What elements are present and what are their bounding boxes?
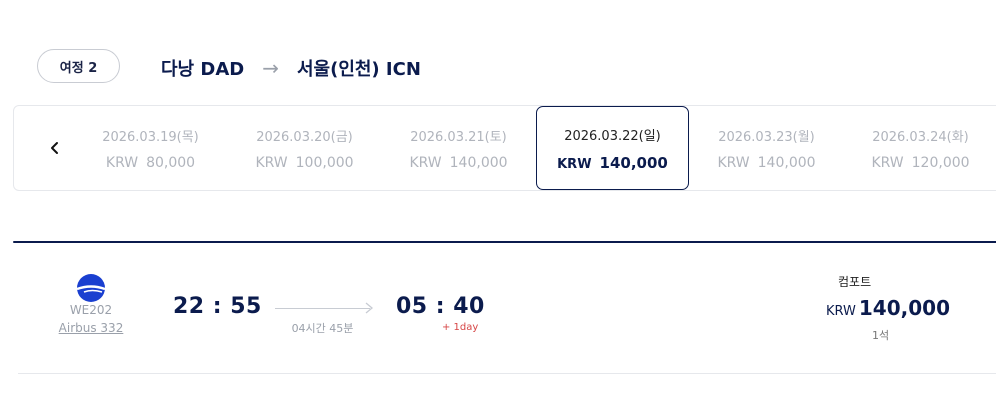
date-option[interactable]: 2026.03.23(월) KRW 140,000 bbox=[690, 106, 843, 190]
prev-dates-button[interactable] bbox=[40, 133, 70, 163]
date-price: KRW 80,000 bbox=[105, 154, 196, 171]
leg-badge: 여정 2 bbox=[37, 49, 120, 83]
date-option[interactable]: 2026.03.24(화) KRW 120,000 bbox=[844, 106, 996, 190]
fare-currency: KRW bbox=[826, 304, 856, 319]
date-option-selected[interactable]: 2026.03.22(일) KRW 140,000 bbox=[536, 106, 689, 190]
chevron-left-icon bbox=[51, 142, 58, 154]
date-option[interactable]: 2026.03.20(금) KRW 100,000 bbox=[228, 106, 381, 190]
date-label: 2026.03.21(토) bbox=[410, 129, 507, 145]
date-price: KRW 100,000 bbox=[255, 154, 354, 171]
results-divider bbox=[13, 241, 996, 243]
date-option[interactable]: 2026.03.21(토) KRW 140,000 bbox=[382, 106, 535, 190]
fare-class-label: 컴포트 bbox=[838, 275, 872, 289]
fare-amount: 140,000 bbox=[858, 296, 950, 320]
flight-path-line bbox=[275, 308, 370, 309]
date-label: 2026.03.23(월) bbox=[718, 129, 815, 145]
seats-left: 1석 bbox=[872, 329, 890, 342]
date-price: KRW 140,000 bbox=[557, 153, 668, 172]
destination-airport: 서울(인천) ICN bbox=[296, 59, 421, 80]
aircraft-link[interactable]: Airbus 332 bbox=[52, 321, 130, 335]
flight-duration: 04시간 45분 bbox=[291, 322, 354, 335]
row-divider bbox=[18, 373, 996, 374]
airline-logo-icon bbox=[76, 274, 106, 302]
flight-number: WE202 bbox=[69, 303, 113, 317]
date-price: KRW 140,000 bbox=[409, 154, 508, 171]
date-label: 2026.03.24(화) bbox=[872, 129, 969, 145]
date-price: KRW 140,000 bbox=[717, 154, 816, 171]
arrival-time: 05 : 40 bbox=[396, 294, 485, 319]
origin-airport: 다낭 DAD bbox=[161, 59, 245, 80]
next-day-badge: + 1day bbox=[442, 322, 479, 333]
date-label: 2026.03.20(금) bbox=[256, 129, 353, 145]
route-arrow-icon: → bbox=[262, 56, 279, 80]
fare-price-button[interactable]: KRW 140,000 bbox=[826, 296, 950, 320]
arrow-right-icon bbox=[365, 302, 374, 314]
date-label: 2026.03.19(목) bbox=[102, 129, 199, 145]
route-title: 다낭 DAD → 서울(인천) ICN bbox=[161, 55, 421, 81]
date-price: KRW 120,000 bbox=[871, 154, 970, 171]
date-option[interactable]: 2026.03.19(목) KRW 80,000 bbox=[74, 106, 227, 190]
date-label: 2026.03.22(일) bbox=[564, 128, 661, 144]
departure-time: 22 : 55 bbox=[173, 294, 262, 319]
